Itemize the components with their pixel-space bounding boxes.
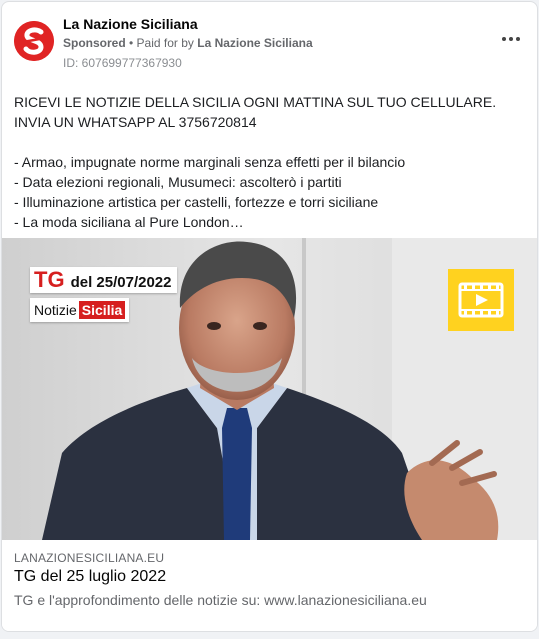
la-nazione-siciliana-logo-icon (14, 21, 54, 61)
notizie-sicilia-badge: Notizie Sicilia (30, 298, 130, 322)
post-bullet: - Data elezioni regionali, Musumeci: asc… (14, 174, 342, 190)
link-preview[interactable]: LANAZIONESICILIANA.EU TG del 25 luglio 2… (2, 540, 537, 631)
sponsored-line: Sponsored • Paid for by La Nazione Sicil… (63, 36, 313, 50)
more-options-icon[interactable] (499, 30, 523, 48)
tg-label: TG (34, 267, 65, 292)
link-description: TG e l'approfondimento delle notizie su:… (14, 592, 427, 608)
link-title[interactable]: TG del 25 luglio 2022 (14, 568, 166, 586)
post-headline: RICEVI LE NOTIZIE DELLA SICILIA OGNI MAT… (14, 94, 497, 130)
paid-for-by-prefix: • Paid for by (125, 36, 198, 50)
ad-header: La Nazione Siciliana Sponsored • Paid fo… (2, 2, 537, 80)
tg-date: del 25/07/2022 (70, 274, 172, 291)
page-avatar[interactable] (14, 21, 54, 61)
ad-id: ID: 607699777367930 (63, 56, 182, 70)
post-text: RICEVI LE NOTIZIE DELLA SICILIA OGNI MAT… (14, 92, 529, 232)
notizie-label: Notizie (34, 302, 77, 318)
tg-date-badge: TG del 25/07/2022 (30, 267, 178, 293)
post-bullet: - Illuminazione artistica per castelli, … (14, 194, 379, 210)
ad-media-image[interactable]: TG del 25/07/2022 Notizie Sicilia (2, 238, 537, 540)
film-play-icon (458, 282, 504, 318)
page-name[interactable]: La Nazione Siciliana (63, 16, 198, 32)
sicilia-label: Sicilia (78, 301, 126, 319)
ad-card: La Nazione Siciliana Sponsored • Paid fo… (1, 1, 538, 632)
link-domain: LANAZIONESICILIANA.EU (14, 551, 165, 565)
sponsored-label: Sponsored (63, 36, 126, 50)
paid-for-by-name[interactable]: La Nazione Siciliana (197, 36, 312, 50)
post-bullet: - La moda siciliana al Pure London… (14, 214, 244, 230)
video-play-icon[interactable] (448, 269, 514, 331)
post-bullet: - Armao, impugnate norme marginali senza… (14, 154, 406, 170)
